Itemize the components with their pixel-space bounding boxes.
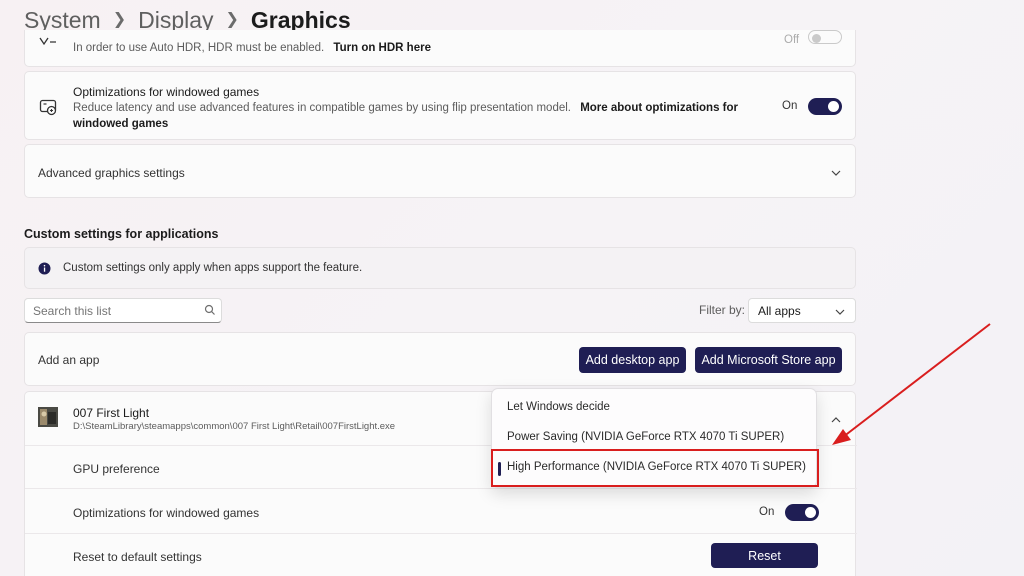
app-name: 007 First Light bbox=[73, 406, 150, 420]
divider bbox=[25, 533, 857, 534]
gamepad-icon bbox=[39, 99, 57, 116]
gpu-preference-label: GPU preference bbox=[73, 462, 160, 476]
chevron-right-icon: ❯ bbox=[225, 11, 239, 28]
add-store-app-button[interactable]: Add Microsoft Store app bbox=[695, 347, 842, 373]
turn-on-hdr-link[interactable]: Turn on HDR here bbox=[333, 42, 431, 54]
advanced-graphics-card[interactable]: Advanced graphics settings bbox=[24, 144, 856, 198]
info-bar: Custom settings only apply when apps sup… bbox=[24, 247, 856, 289]
app-windowed-state: On bbox=[759, 506, 775, 518]
auto-hdr-card: In order to use Auto HDR, HDR must be en… bbox=[24, 30, 856, 67]
windowed-games-link[interactable]: More about optimizations for bbox=[580, 102, 738, 114]
windowed-games-state: On bbox=[782, 100, 798, 112]
search-input[interactable] bbox=[24, 298, 222, 323]
chevron-up-icon[interactable] bbox=[831, 415, 841, 425]
filter-value: All apps bbox=[758, 304, 801, 318]
windowed-games-description: Reduce latency and use advanced features… bbox=[73, 102, 739, 130]
windowed-games-title: Optimizations for windowed games bbox=[73, 85, 260, 99]
dropdown-option-let-windows-decide[interactable]: Let Windows decide bbox=[507, 401, 610, 413]
advanced-graphics-label: Advanced graphics settings bbox=[38, 166, 185, 180]
divider bbox=[25, 488, 857, 489]
search-icon bbox=[204, 304, 215, 315]
chevron-down-icon bbox=[831, 170, 841, 176]
chevron-down-icon bbox=[835, 309, 845, 315]
hdr-icon bbox=[39, 37, 56, 46]
annotation-highlight-box bbox=[491, 449, 819, 487]
auto-hdr-note: In order to use Auto HDR, HDR must be en… bbox=[73, 42, 431, 54]
auto-hdr-toggle-state: Off bbox=[784, 34, 800, 46]
info-text: Custom settings only apply when apps sup… bbox=[63, 262, 363, 274]
auto-hdr-toggle[interactable] bbox=[808, 30, 842, 44]
add-app-label: Add an app bbox=[38, 353, 100, 367]
app-path: D:\SteamLibrary\steamapps\common\007 Fir… bbox=[73, 421, 396, 432]
windowed-games-toggle[interactable] bbox=[808, 98, 842, 115]
info-icon bbox=[38, 262, 51, 275]
graphics-settings-page: System ❯ Display ❯ Graphics In order to … bbox=[0, 0, 1024, 576]
add-desktop-app-button[interactable]: Add desktop app bbox=[579, 347, 686, 373]
dropdown-option-power-saving[interactable]: Power Saving (NVIDIA GeForce RTX 4070 Ti… bbox=[507, 431, 784, 443]
add-app-card: Add an app Add desktop app Add Microsoft… bbox=[24, 332, 856, 386]
reset-button[interactable]: Reset bbox=[711, 543, 818, 568]
app-windowed-label: Optimizations for windowed games bbox=[73, 506, 260, 520]
windowed-games-card: Optimizations for windowed games Reduce … bbox=[24, 71, 856, 140]
windowed-games-link-2[interactable]: windowed games bbox=[73, 118, 168, 130]
app-windowed-toggle[interactable] bbox=[785, 504, 819, 521]
reset-label: Reset to default settings bbox=[73, 550, 202, 564]
filter-select[interactable]: All apps bbox=[748, 298, 856, 323]
app-icon bbox=[38, 407, 58, 427]
chevron-right-icon: ❯ bbox=[112, 11, 127, 28]
filter-label: Filter by: bbox=[699, 303, 746, 317]
custom-settings-title: Custom settings for applications bbox=[24, 227, 219, 241]
